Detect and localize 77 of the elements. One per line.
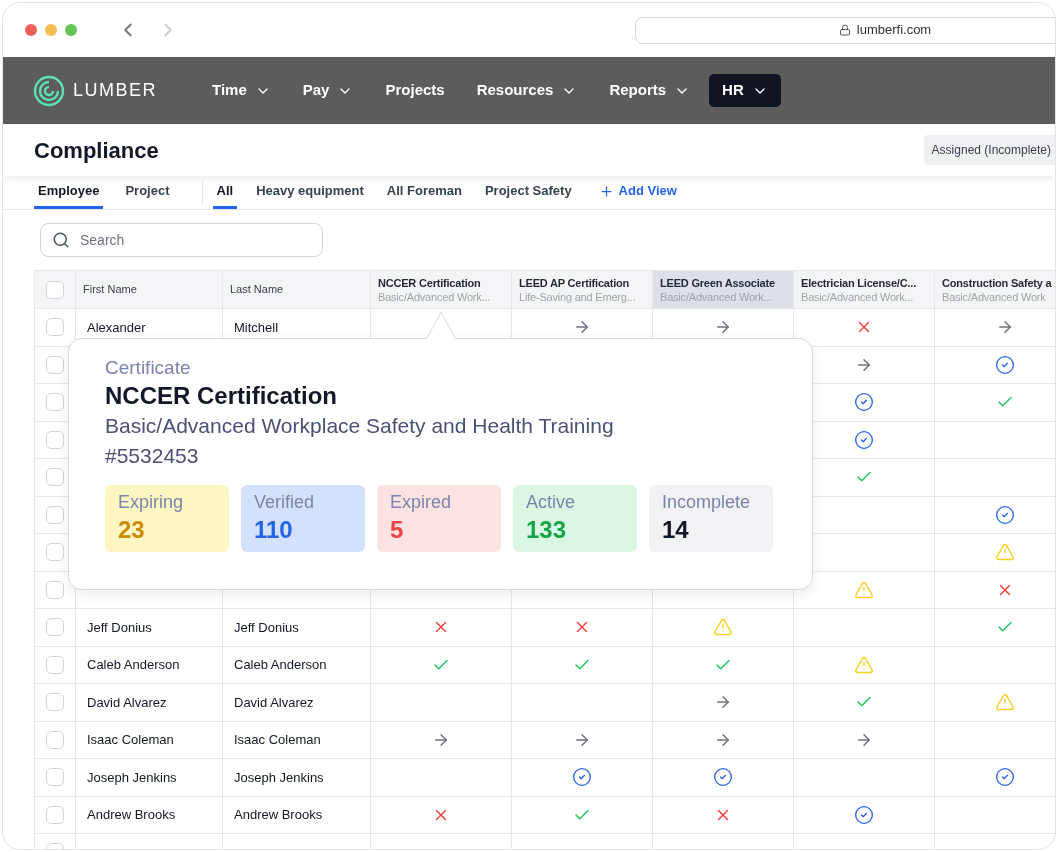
- certificate-number: #5532453: [105, 443, 200, 469]
- table-cell-text: Andrew Brooks: [234, 806, 323, 824]
- table-cell-text: Andrew Brooks: [87, 806, 176, 824]
- lock-icon: [838, 24, 851, 36]
- saved-view-tab[interactable]: Project Safety: [480, 176, 576, 209]
- table-cell-text: Mitchell: [234, 318, 279, 337]
- table-cell-text: Alexander: [87, 318, 146, 337]
- nav-menu-item[interactable]: Pay: [289, 74, 367, 107]
- nav-menu-item[interactable]: HR: [709, 74, 781, 107]
- check-circle-icon: [572, 767, 592, 788]
- table-cell-text: David Alvarez: [87, 693, 167, 712]
- page-title: Compliance: [34, 136, 159, 165]
- table-cell-text: Joseph Jenkins: [87, 768, 177, 787]
- row-checkbox[interactable]: [46, 543, 64, 562]
- row-checkbox[interactable]: [46, 618, 64, 637]
- table-cell-text: Joseph Jenkins: [234, 768, 324, 787]
- warning-icon: [713, 617, 733, 638]
- check-circle-icon: [713, 767, 733, 788]
- nav-menu-item[interactable]: Time: [199, 74, 284, 107]
- check-circle-icon: [854, 392, 874, 413]
- view-tab[interactable]: Project: [121, 176, 174, 209]
- view-tab[interactable]: Employee: [34, 176, 104, 209]
- table-cell-text: David Alvarez: [234, 693, 314, 712]
- stat-card: Verified 110: [241, 485, 365, 552]
- warning-icon: [854, 654, 874, 675]
- row-checkbox[interactable]: [46, 393, 64, 412]
- column-header[interactable]: LEED Green Associate Basic/Advanced Work...: [653, 271, 794, 308]
- stat-card: Expiring 23: [105, 485, 229, 552]
- plus-icon: [598, 183, 614, 199]
- row-checkbox[interactable]: [46, 355, 64, 374]
- row-checkbox[interactable]: [46, 768, 64, 787]
- brand-name: LUMBER: [73, 79, 157, 102]
- nav-menu-item[interactable]: Resources: [463, 74, 591, 107]
- warning-icon: [995, 692, 1015, 713]
- popover-label: Certificate: [105, 356, 192, 380]
- row-checkbox[interactable]: [46, 468, 64, 487]
- add-view-button[interactable]: Add View: [598, 176, 677, 209]
- row-checkbox[interactable]: [46, 280, 64, 299]
- search-field[interactable]: Search: [40, 223, 323, 257]
- check-circle-icon: [854, 429, 874, 450]
- table-cell-text: Caleb Anderson: [87, 656, 180, 674]
- row-checkbox[interactable]: [46, 430, 64, 449]
- table-cell-text: Jeff Donius: [234, 618, 299, 637]
- row-checkbox[interactable]: [46, 693, 64, 712]
- row-checkbox[interactable]: [46, 805, 64, 824]
- spiral-logo-icon: [33, 74, 65, 107]
- check-circle-icon: [854, 804, 874, 825]
- row-checkbox[interactable]: [46, 730, 64, 749]
- search-icon: [52, 231, 70, 249]
- check-circle-icon: [995, 504, 1015, 525]
- certificate-description: Basic/Advanced Workplace Safety and Health Training: [105, 413, 615, 439]
- nav-menu-item[interactable]: Projects: [372, 74, 458, 107]
- column-header[interactable]: First Name: [83, 281, 137, 298]
- stat-card: Active 133: [513, 485, 637, 552]
- certificate-title: NCCER Certification: [105, 381, 339, 411]
- stat-card: Incomplete 14: [649, 485, 773, 552]
- check-circle-icon: [995, 354, 1015, 375]
- table-cell-text: Isaac Coleman: [234, 731, 321, 749]
- column-header[interactable]: Last Name: [230, 281, 284, 298]
- saved-view-tab[interactable]: Heavy equipment: [252, 176, 368, 209]
- table-cell-text: Jeff Donius: [87, 618, 152, 637]
- filter-chip[interactable]: Assigned (Incomplete): [923, 135, 1055, 165]
- stat-card: Expired 5: [377, 485, 501, 552]
- check-circle-icon: [995, 767, 1015, 788]
- table-cell-text: Isaac Coleman: [87, 731, 174, 749]
- row-checkbox[interactable]: [46, 580, 64, 599]
- address-bar[interactable]: lumberfi.com: [635, 16, 1055, 44]
- url-text: lumberfi.com: [856, 21, 932, 40]
- saved-view-tab[interactable]: All: [212, 176, 238, 209]
- row-checkbox[interactable]: [46, 318, 64, 337]
- row-checkbox[interactable]: [46, 655, 64, 674]
- nav-menu-item[interactable]: Reports: [596, 74, 704, 107]
- saved-view-tab[interactable]: All Foreman: [382, 176, 466, 209]
- warning-icon: [854, 579, 874, 600]
- table-cell-text: Caleb Anderson: [234, 656, 327, 674]
- warning-icon: [995, 542, 1015, 563]
- row-checkbox[interactable]: [46, 505, 64, 524]
